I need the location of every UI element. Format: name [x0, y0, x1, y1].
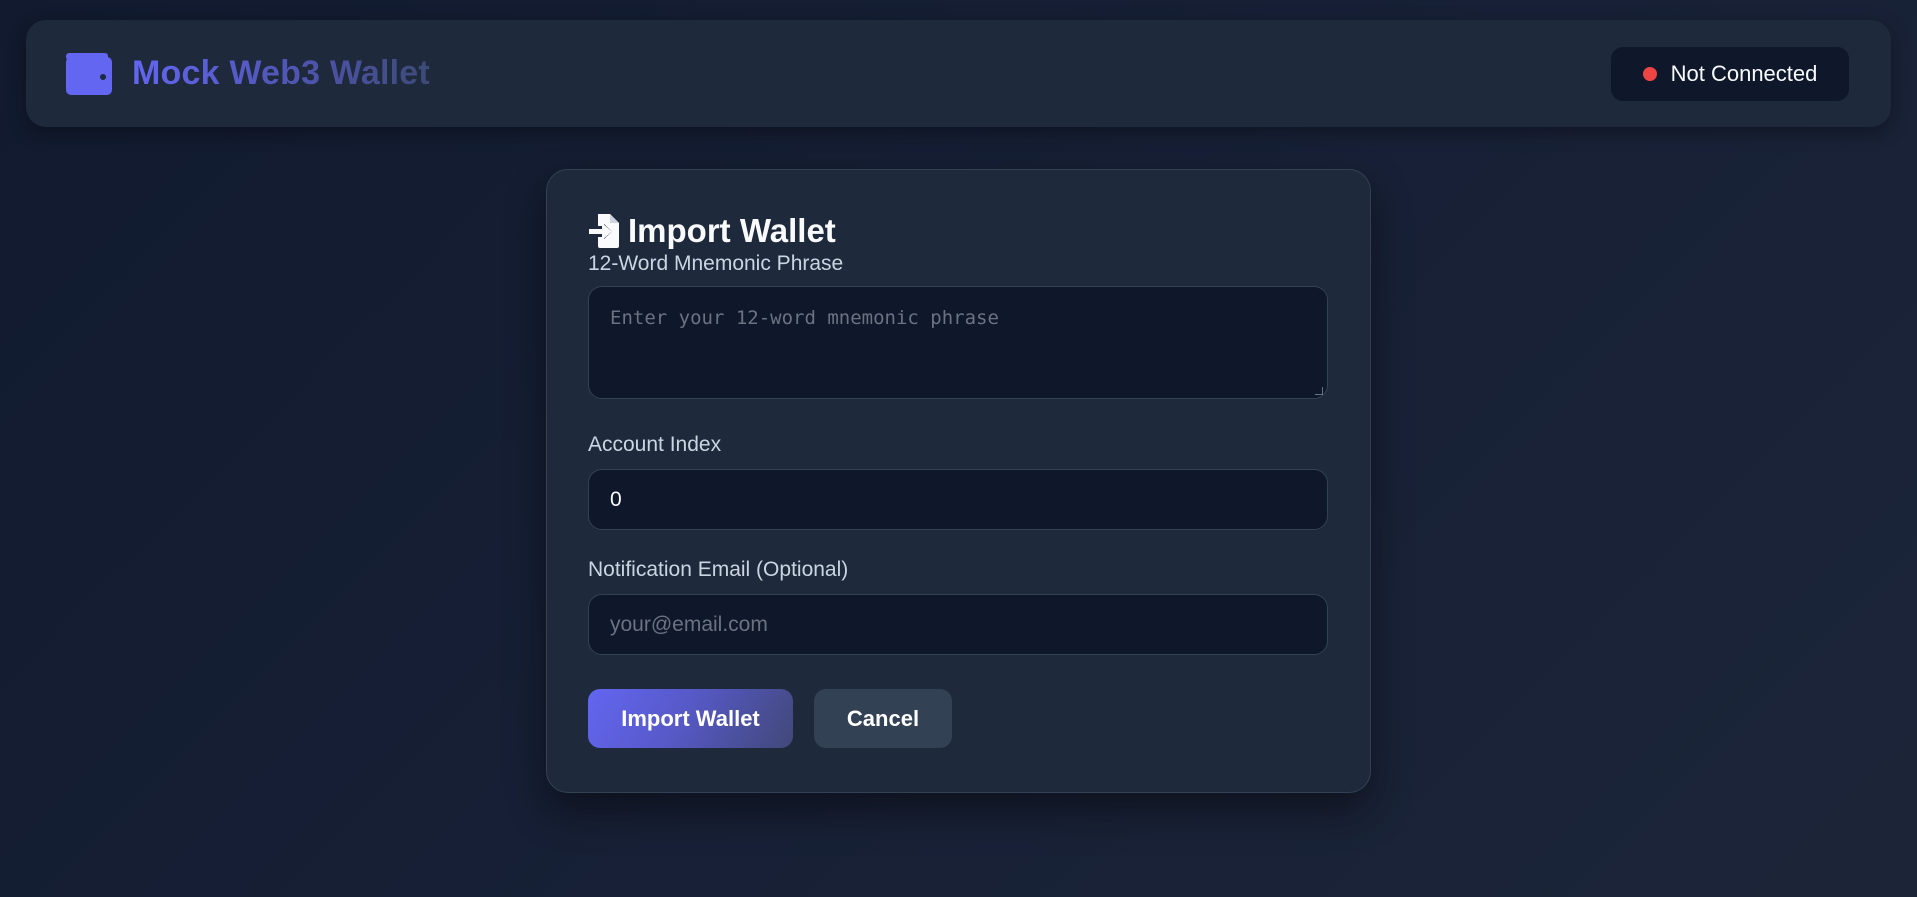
connection-status-badge[interactable]: Not Connected — [1611, 46, 1849, 101]
app-title: Mock Web3 Wallet — [132, 54, 430, 92]
mnemonic-label: 12-Word Mnemonic Phrase — [588, 252, 844, 275]
import-wallet-card: Import Wallet 12-Word Mnemonic Phrase En… — [546, 169, 1371, 793]
account-index-input[interactable]: 0 — [588, 469, 1328, 530]
import-wallet-button[interactable]: Import Wallet — [588, 689, 793, 748]
brand: Mock Web3 Wallet — [66, 52, 430, 95]
account-index-label: Account Index — [588, 433, 722, 456]
wallet-icon — [66, 52, 112, 95]
top-bar: Mock Web3 Wallet Not Connected — [26, 20, 1891, 127]
account-index-value: 0 — [610, 487, 622, 511]
status-dot-icon — [1642, 66, 1657, 81]
mnemonic-textarea[interactable]: Enter your 12-word mnemonic phrase — [588, 286, 1328, 399]
email-input[interactable]: your@email.com — [588, 594, 1328, 655]
connection-status-text: Not Connected — [1670, 60, 1818, 86]
cancel-button[interactable]: Cancel — [814, 689, 952, 748]
card-title: Import Wallet — [628, 212, 836, 249]
form-actions: Import Wallet Cancel — [588, 689, 1329, 748]
email-placeholder: your@email.com — [610, 612, 768, 636]
email-label: Notification Email (Optional) — [588, 558, 849, 581]
file-import-icon — [589, 214, 619, 248]
mnemonic-placeholder: Enter your 12-word mnemonic phrase — [610, 307, 999, 329]
card-header: Import Wallet — [588, 212, 1329, 250]
resize-handle-icon[interactable] — [1315, 387, 1323, 395]
